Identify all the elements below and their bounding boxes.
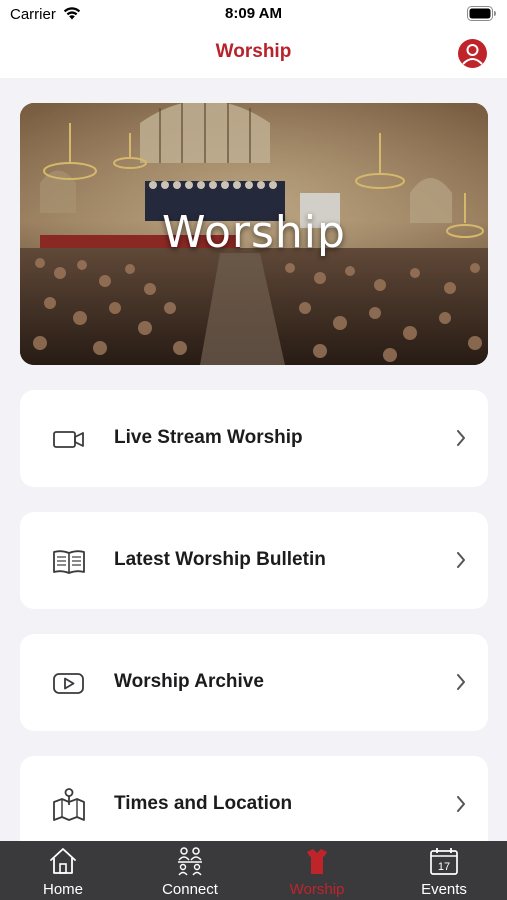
tab-label: Connect — [162, 881, 218, 898]
hero-banner: Worship — [20, 103, 488, 365]
hero-title: Worship — [162, 207, 346, 258]
menu-item-worship-archive[interactable]: Worship Archive — [20, 634, 488, 731]
page-title: Worship — [215, 41, 292, 62]
chevron-right-icon — [456, 674, 466, 695]
menu-item-worship-bulletin[interactable]: Latest Worship Bulletin — [20, 512, 488, 609]
play-video-icon — [52, 666, 86, 700]
menu-item-label: Latest Worship Bulletin — [114, 549, 326, 570]
chevron-right-icon — [456, 552, 466, 573]
tab-worship[interactable]: Worship — [254, 841, 380, 900]
tab-label: Home — [42, 881, 83, 898]
map-pin-icon — [52, 788, 86, 822]
clock: 8:09 AM — [225, 5, 282, 22]
tab-home[interactable]: Home — [0, 841, 126, 900]
tab-label: Events — [421, 881, 467, 898]
tab-events[interactable]: 17 Events — [381, 841, 507, 900]
profile-icon[interactable] — [458, 39, 487, 68]
menu-item-live-stream[interactable]: Live Stream Worship — [20, 390, 488, 487]
menu-item-label: Times and Location — [114, 793, 293, 814]
calendar-icon: 17 — [429, 846, 459, 876]
menu-item-times-location[interactable]: Times and Location — [20, 756, 488, 853]
robe-icon — [302, 846, 332, 876]
chevron-right-icon — [456, 430, 466, 451]
calendar-day: 17 — [438, 861, 450, 873]
tab-connect[interactable]: Connect — [127, 841, 253, 900]
chevron-right-icon — [456, 796, 466, 817]
menu-item-label: Live Stream Worship — [114, 427, 303, 448]
navigation-bar: Worship — [0, 28, 507, 78]
video-camera-icon — [52, 422, 86, 456]
battery-icon — [467, 6, 497, 26]
tab-label: Worship — [289, 881, 345, 898]
people-icon — [175, 846, 205, 876]
home-icon — [48, 846, 78, 876]
status-bar: Carrier 8:09 AM — [0, 0, 507, 28]
menu-item-label: Worship Archive — [114, 671, 264, 692]
tab-bar: Home Connect Worship 17 Events — [0, 841, 507, 900]
open-book-icon — [52, 544, 86, 578]
